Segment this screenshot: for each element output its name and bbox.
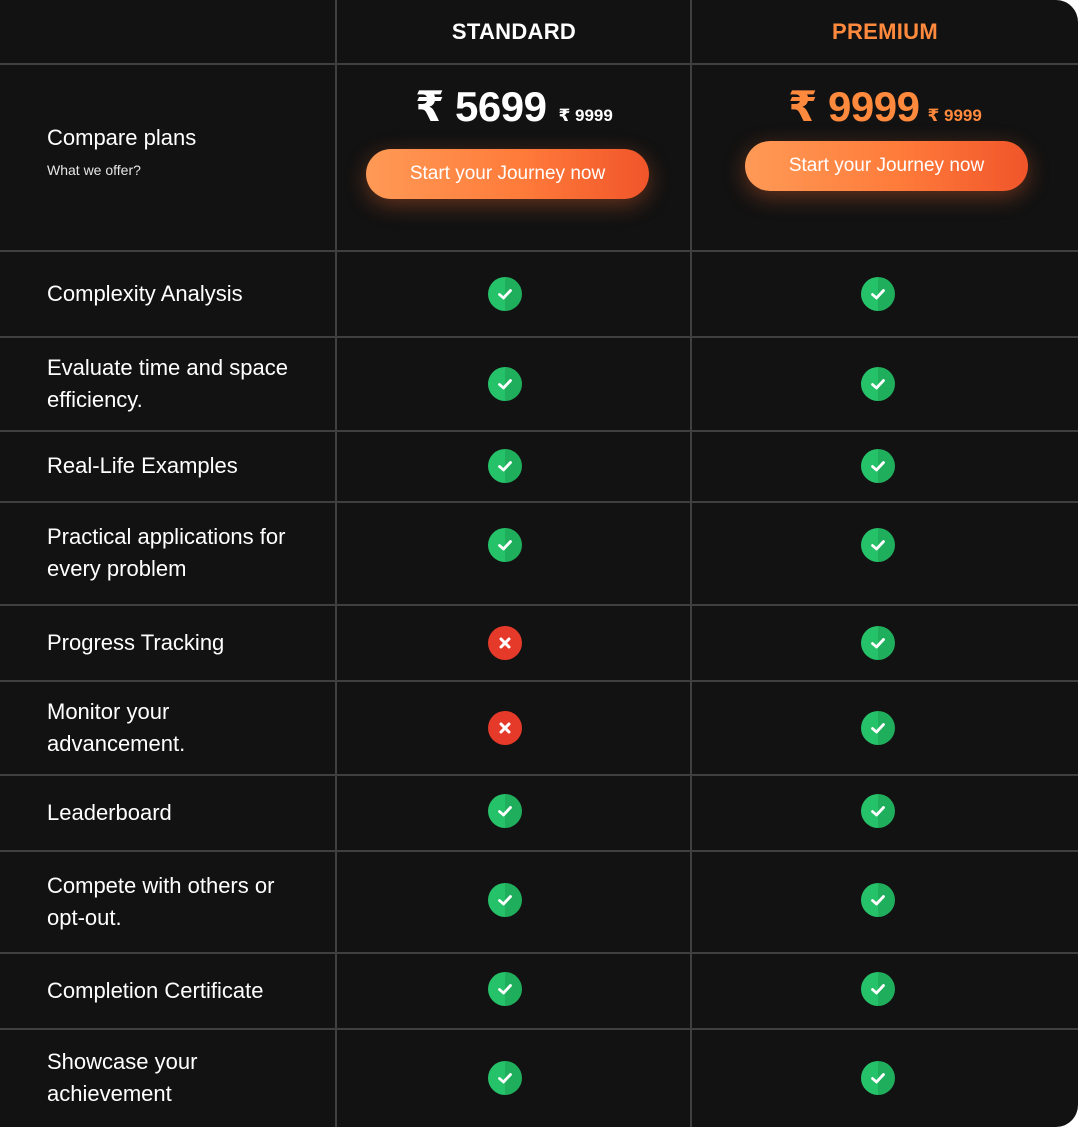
check-icon <box>861 711 895 745</box>
check-icon <box>861 367 895 401</box>
premium-price: ₹ 9999 <box>788 83 920 130</box>
column-divider <box>690 0 692 1127</box>
check-icon <box>488 528 522 562</box>
feature-label: Complexity Analysis <box>47 280 243 306</box>
check-icon <box>861 1061 895 1095</box>
feature-label: Compete with others or opt-out. <box>47 872 275 930</box>
feature-label: Monitor your advancement. <box>47 698 186 756</box>
standard-original-price: ₹ 9999 <box>558 106 613 125</box>
premium-price-block: ₹ 9999 ₹ 9999 <box>692 82 1078 131</box>
feature-label: Leaderboard <box>47 799 172 825</box>
standard-price-block: ₹ 5699 ₹ 9999 <box>337 82 691 131</box>
feature-label: Showcase your achievement <box>47 1049 198 1106</box>
check-icon <box>861 528 895 562</box>
cross-icon <box>488 626 522 660</box>
premium-original-price: ₹ 9999 <box>927 106 982 125</box>
check-icon <box>488 1061 522 1095</box>
feature-label: Practical applications for every problem <box>47 524 286 581</box>
check-icon <box>488 972 522 1006</box>
feature-label: Evaluate time and space efficiency. <box>47 354 288 412</box>
feature-label: Progress Tracking <box>47 629 225 655</box>
check-icon <box>861 883 895 917</box>
cross-icon <box>488 711 522 745</box>
standard-price: ₹ 5699 <box>415 83 547 130</box>
premium-start-journey-button[interactable]: Start your Journey now <box>745 141 1028 191</box>
feature-label: Completion Certificate <box>47 977 264 1003</box>
row-divider <box>0 63 1078 65</box>
standard-start-journey-button[interactable]: Start your Journey now <box>366 149 649 199</box>
check-icon <box>861 277 895 311</box>
compare-plans-subtitle: What we offer? <box>47 162 141 178</box>
standard-plan-name: STANDARD <box>451 18 577 44</box>
premium-plan-name: PREMIUM <box>832 18 938 44</box>
check-icon <box>861 794 895 828</box>
check-icon <box>488 883 522 917</box>
check-icon <box>861 626 895 660</box>
check-icon <box>488 277 522 311</box>
pricing-comparison-table: STANDARD PREMIUM Compare plans What we o… <box>0 0 1078 1127</box>
column-divider <box>335 0 337 1127</box>
check-icon <box>488 449 522 483</box>
check-icon <box>488 794 522 828</box>
check-icon <box>861 972 895 1006</box>
compare-plans-title: Compare plans <box>47 125 197 150</box>
check-icon <box>488 367 522 401</box>
feature-label: Real-Life Examples <box>47 453 238 478</box>
check-icon <box>861 449 895 483</box>
